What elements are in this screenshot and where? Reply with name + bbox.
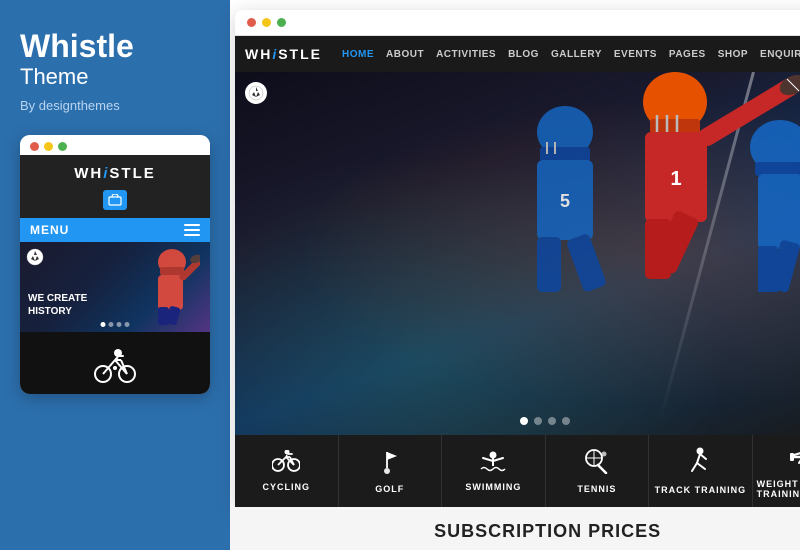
- hamburger-line-2: [184, 229, 200, 231]
- hamburger-line-1: [184, 224, 200, 226]
- mobile-soccer-badge: [26, 248, 44, 271]
- sport-track-training[interactable]: TRACK TRAINING: [649, 435, 753, 507]
- slide-dot-3[interactable]: [548, 417, 556, 425]
- mobile-dot-4[interactable]: [125, 322, 130, 327]
- tennis-icon: [584, 448, 610, 480]
- nav-about[interactable]: ABOUT: [386, 49, 424, 60]
- mobile-cycling-section: [20, 332, 210, 394]
- track-training-label: TRACK TRAINING: [655, 485, 747, 495]
- app-title: Whistle: [20, 30, 134, 62]
- mobile-hero-section: WE CREATE HISTORY: [20, 242, 210, 332]
- left-panel: Whistle Theme By designthemes WHiSTLE ME…: [0, 0, 230, 550]
- nav-shop[interactable]: SHOP: [718, 49, 748, 60]
- browser-mockup: WHiSTLE HOME ABOUT ACTIVITIES BLOG GALLE…: [235, 10, 800, 507]
- subscription-section: SUBSCRIPTION PRICES: [230, 507, 800, 550]
- mobile-menu-bar: MENU: [20, 218, 210, 242]
- close-dot[interactable]: [30, 142, 39, 151]
- hero-section: 5: [235, 72, 800, 435]
- sport-cycling[interactable]: CYCLING: [235, 435, 339, 507]
- subscription-title: SUBSCRIPTION PRICES: [230, 521, 800, 542]
- slide-dot-2[interactable]: [534, 417, 542, 425]
- browser-nav: WHiSTLE HOME ABOUT ACTIVITIES BLOG GALLE…: [235, 36, 800, 72]
- sports-bar: CYCLING GOLF: [235, 435, 800, 507]
- sport-golf[interactable]: GOLF: [339, 435, 443, 507]
- nav-pages[interactable]: PAGES: [669, 49, 706, 60]
- maximize-dot[interactable]: [58, 142, 67, 151]
- browser-logo: WHiSTLE: [245, 46, 322, 62]
- mobile-window-controls: [20, 135, 210, 155]
- nav-events[interactable]: EVENTS: [614, 49, 657, 60]
- nav-blog[interactable]: BLOG: [508, 49, 539, 60]
- sport-swimming[interactable]: SWIMMING: [442, 435, 546, 507]
- mobile-cart-area: [20, 190, 210, 218]
- hero-slide-dots: [520, 417, 570, 425]
- hamburger-line-3: [184, 234, 200, 236]
- golf-label: GOLF: [375, 484, 404, 494]
- nav-home[interactable]: HOME: [342, 49, 374, 60]
- nav-gallery[interactable]: GALLERY: [551, 49, 602, 60]
- cycling-icon: [272, 450, 300, 478]
- mobile-cart-icon[interactable]: [103, 190, 127, 210]
- slide-dot-4[interactable]: [562, 417, 570, 425]
- weight-training-label: WEIGHT TRAINING: [757, 479, 800, 499]
- mobile-hero-line2: HISTORY: [28, 305, 87, 318]
- mobile-mockup: WHiSTLE MENU: [20, 135, 210, 394]
- browser-top-bar: [235, 10, 800, 36]
- mobile-hero-dots: [101, 322, 130, 327]
- logo-i-char: i: [272, 46, 278, 62]
- browser-minimize-dot[interactable]: [262, 18, 271, 27]
- browser-maximize-dot[interactable]: [277, 18, 286, 27]
- mobile-dot-2[interactable]: [109, 322, 114, 327]
- right-panel: WHiSTLE HOME ABOUT ACTIVITIES BLOG GALLE…: [230, 0, 800, 550]
- tennis-label: TENNIS: [577, 484, 616, 494]
- app-subtitle: Theme: [20, 64, 88, 90]
- minimize-dot[interactable]: [44, 142, 53, 151]
- browser-close-dot[interactable]: [247, 18, 256, 27]
- mobile-logo-i: i: [103, 165, 109, 182]
- track-training-icon: [687, 447, 713, 481]
- nav-activities[interactable]: ACTIVITIES: [436, 49, 496, 60]
- hero-soccer-badge: [245, 82, 267, 104]
- app-by: By designthemes: [20, 98, 120, 113]
- svg-text:5: 5: [560, 191, 570, 211]
- mobile-logo: WHiSTLE: [20, 155, 210, 190]
- nav-enquiry[interactable]: ENQUIRY: [760, 49, 800, 60]
- mobile-menu-label: MENU: [30, 223, 69, 237]
- cycling-label: CYCLING: [263, 482, 311, 492]
- mobile-dot-1[interactable]: [101, 322, 106, 327]
- swimming-label: SWIMMING: [465, 482, 521, 492]
- golf-icon: [379, 448, 401, 480]
- mobile-hero-line1: WE CREATE: [28, 292, 87, 305]
- weight-training-icon: [789, 443, 800, 475]
- nav-links: HOME ABOUT ACTIVITIES BLOG GALLERY EVENT…: [342, 47, 800, 62]
- mobile-dot-3[interactable]: [117, 322, 122, 327]
- hero-player-figure: 5: [455, 72, 800, 435]
- swimming-icon: [479, 450, 507, 478]
- hamburger-icon[interactable]: [184, 224, 200, 236]
- sport-weight-training[interactable]: WEIGHT TRAINING: [753, 435, 800, 507]
- svg-text:1: 1: [671, 168, 682, 190]
- sport-tennis[interactable]: TENNIS: [546, 435, 650, 507]
- mobile-hero-text: WE CREATE HISTORY: [28, 292, 87, 318]
- slide-dot-1[interactable]: [520, 417, 528, 425]
